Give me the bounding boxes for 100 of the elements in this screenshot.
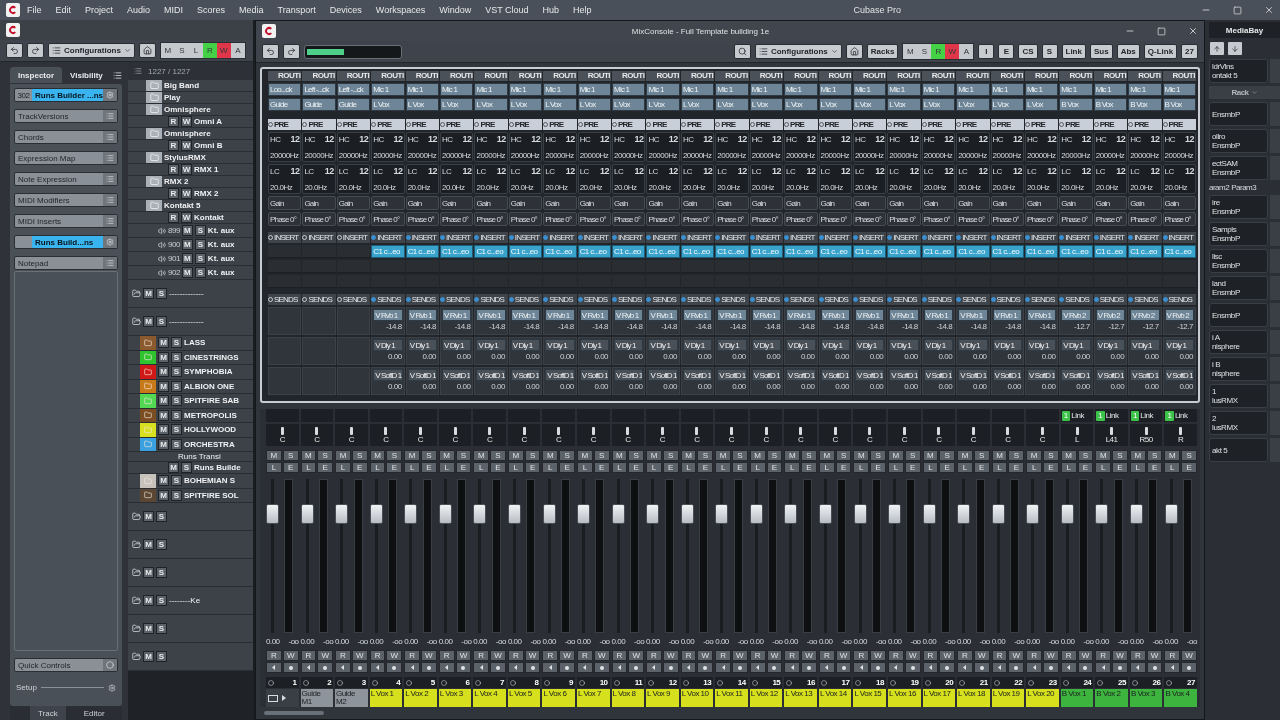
- track-button[interactable]: S: [156, 595, 167, 606]
- read-button[interactable]: R: [266, 650, 282, 661]
- inserts-header[interactable]: INSERT: [577, 232, 612, 243]
- track-button[interactable]: R: [168, 212, 179, 223]
- output-routing-button[interactable]: B Vox: [1059, 98, 1093, 111]
- read-button[interactable]: R: [1095, 650, 1112, 661]
- send-slot[interactable]: V Rvb 1: [889, 309, 919, 321]
- send-slot[interactable]: V Rvb 1: [820, 309, 850, 321]
- sends-header[interactable]: SENDS: [852, 294, 887, 305]
- track-row[interactable]: R W RMX 2: [128, 188, 253, 200]
- record-button[interactable]: [870, 662, 886, 673]
- fader-handle[interactable]: [300, 504, 314, 525]
- phase-button[interactable]: Phase 0°: [474, 212, 508, 226]
- record-button[interactable]: [455, 662, 472, 673]
- fader-handle[interactable]: [335, 504, 349, 525]
- instrument-slot[interactable]: land EnsmbP: [1209, 276, 1268, 300]
- track-button[interactable]: W: [181, 140, 192, 151]
- channel-button[interactable]: M: [749, 450, 766, 461]
- inspector-section[interactable]: MIDI Inserts: [14, 214, 118, 228]
- input-routing-button[interactable]: Left -...ck: [336, 83, 371, 96]
- sends-header[interactable]: SENDS: [612, 294, 646, 305]
- channel-button[interactable]: M: [888, 450, 904, 461]
- output-routing-button[interactable]: L Vox: [646, 98, 680, 111]
- pan-control[interactable]: L41: [1095, 424, 1128, 446]
- read-button[interactable]: R: [577, 650, 593, 661]
- record-button[interactable]: [559, 662, 575, 673]
- pre-header[interactable]: PRE: [268, 119, 302, 130]
- input-routing-button[interactable]: Mic 1: [749, 83, 784, 96]
- low-cut-filter[interactable]: LC 12 20.0Hz: [474, 164, 508, 194]
- send-slot[interactable]: V Rvb 1: [923, 309, 954, 321]
- track-button[interactable]: S: [194, 267, 206, 278]
- channel-button[interactable]: S: [490, 450, 506, 461]
- track-button[interactable]: S: [156, 539, 167, 550]
- redo-button[interactable]: [27, 43, 44, 58]
- output-routing-button[interactable]: B Vox: [1093, 98, 1128, 111]
- write-button[interactable]: W: [1043, 650, 1059, 661]
- pre-header[interactable]: PRE: [680, 119, 715, 130]
- pre-header[interactable]: PRE: [612, 119, 646, 130]
- send-slot[interactable]: V Rvb 2: [1095, 309, 1126, 321]
- fader-handle[interactable]: [991, 504, 1005, 525]
- monitor-button[interactable]: [888, 662, 904, 673]
- channel-button[interactable]: L: [1129, 462, 1146, 473]
- track-button[interactable]: S: [171, 337, 182, 349]
- channel-button[interactable]: E: [1077, 462, 1094, 473]
- pre-header[interactable]: PRE: [302, 119, 336, 130]
- low-cut-filter[interactable]: LC 12 20.0Hz: [956, 164, 990, 194]
- low-cut-filter[interactable]: LC 12 20.0Hz: [302, 164, 336, 194]
- channel-button[interactable]: E: [801, 462, 817, 473]
- high-cut-filter[interactable]: HC 12 20000Hz: [1059, 132, 1093, 162]
- menu-item[interactable]: Devices: [322, 5, 369, 15]
- send-slot[interactable]: V SoftD 1: [1061, 369, 1091, 381]
- read-button[interactable]: R: [507, 650, 524, 661]
- inserts-header[interactable]: INSERT: [1128, 232, 1162, 243]
- track-button[interactable]: M: [143, 567, 154, 578]
- send-slot[interactable]: V Rvb 1: [1026, 309, 1057, 321]
- input-routing-button[interactable]: Mic 1: [715, 83, 749, 96]
- channel-button[interactable]: M: [957, 450, 973, 461]
- output-routing-button[interactable]: L Vox: [852, 98, 887, 111]
- track-button[interactable]: S: [171, 424, 182, 436]
- low-cut-filter[interactable]: LC 12 20.0Hz: [715, 164, 749, 194]
- pre-header[interactable]: PRE: [577, 119, 612, 130]
- send-slot[interactable]: V Dly 1: [407, 339, 438, 351]
- low-cut-filter[interactable]: LC 12 20.0Hz: [336, 164, 371, 194]
- high-cut-filter[interactable]: HC 12 20000Hz: [543, 132, 577, 162]
- down-button[interactable]: [1227, 41, 1243, 56]
- low-cut-filter[interactable]: LC 12 20.0Hz: [543, 164, 577, 194]
- low-cut-filter[interactable]: LC 12 20.0Hz: [268, 164, 302, 194]
- channel-button[interactable]: M: [715, 450, 731, 461]
- phase-button[interactable]: Phase 0°: [680, 212, 715, 226]
- channel-button[interactable]: E: [904, 462, 921, 473]
- maximize-icon[interactable]: [1157, 26, 1166, 36]
- output-routing-button[interactable]: Guide: [336, 98, 371, 111]
- pan-control[interactable]: C: [369, 424, 403, 446]
- output-routing-button[interactable]: L Vox: [749, 98, 784, 111]
- low-cut-filter[interactable]: LC 12 20.0Hz: [1128, 164, 1162, 194]
- channel-button[interactable]: S: [455, 450, 472, 461]
- sends-header[interactable]: SENDS: [1093, 294, 1128, 305]
- track-row[interactable]: M S BOHEMIAN S: [128, 474, 253, 489]
- channel-button[interactable]: S: [732, 450, 748, 461]
- send-slot[interactable]: V SoftD 1: [854, 369, 885, 381]
- channel-button[interactable]: S: [697, 450, 714, 461]
- send-slot[interactable]: V SoftD 1: [682, 369, 713, 381]
- high-cut-filter[interactable]: HC 12 20000Hz: [680, 132, 715, 162]
- track-button[interactable]: S: [194, 239, 206, 250]
- track-button[interactable]: R: [168, 140, 179, 151]
- channel-button[interactable]: M: [611, 450, 628, 461]
- track-row[interactable]: M S --------Ke: [128, 587, 253, 615]
- send-slot[interactable]: V Dly 1: [1061, 339, 1091, 351]
- send-slot[interactable]: V Rvb 1: [407, 309, 438, 321]
- panel-tab[interactable]: Visibility: [62, 67, 111, 83]
- send-slot[interactable]: V SoftD 1: [407, 369, 438, 381]
- input-routing-button[interactable]: Left -...ck: [302, 83, 336, 96]
- high-cut-filter[interactable]: HC 12 20000Hz: [474, 132, 508, 162]
- record-button[interactable]: [1077, 662, 1094, 673]
- output-routing-button[interactable]: L Vox: [921, 98, 956, 111]
- sends-header[interactable]: SENDS: [577, 294, 612, 305]
- output-routing-button[interactable]: L Vox: [1024, 98, 1059, 111]
- high-cut-filter[interactable]: HC 12 20000Hz: [336, 132, 371, 162]
- track-row[interactable]: Big Band: [128, 80, 253, 92]
- sends-header[interactable]: SENDS: [474, 294, 508, 305]
